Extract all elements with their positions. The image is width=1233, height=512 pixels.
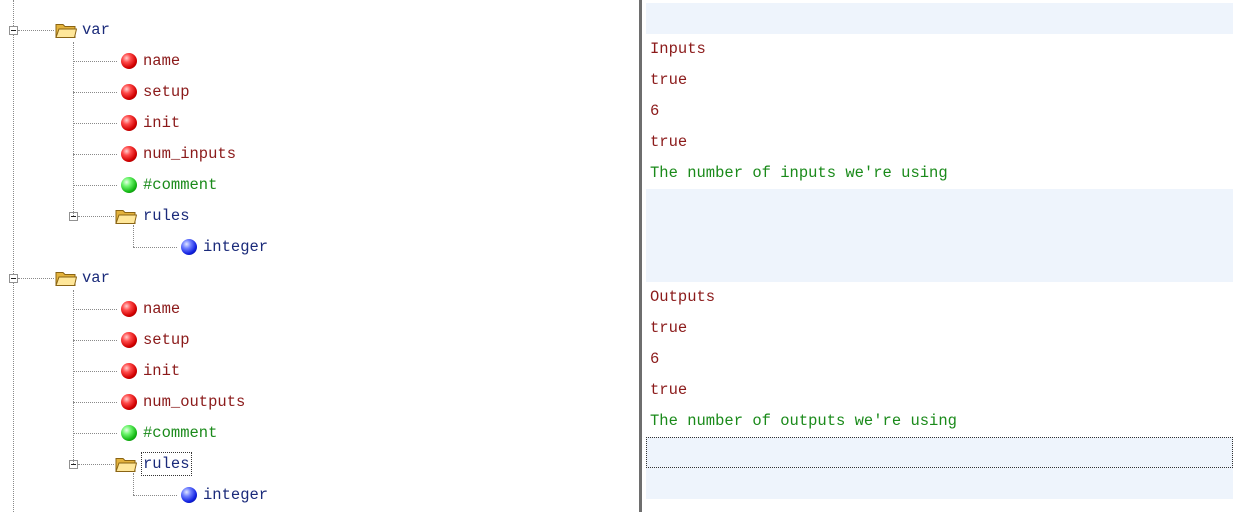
node-label[interactable]: var <box>82 20 110 40</box>
value-text: 6 <box>650 350 660 368</box>
tree-connector <box>73 309 117 310</box>
tree-connector <box>133 495 177 496</box>
tree-connector <box>13 0 14 512</box>
tree-connector <box>18 278 54 279</box>
node-label[interactable]: integer <box>203 237 268 257</box>
value-row[interactable]: 6 <box>646 96 1233 127</box>
tree-connector <box>18 30 54 31</box>
value-text: true <box>650 319 688 337</box>
tree-connector <box>73 340 117 341</box>
comment-node-icon <box>121 177 137 193</box>
xml-tree-pane: var name setup init num_inputs #comment rules i… <box>0 0 640 512</box>
node-label[interactable]: setup <box>143 82 190 102</box>
attribute-node-icon <box>121 115 137 131</box>
node-label[interactable]: init <box>143 113 180 133</box>
value-row[interactable]: Inputs <box>646 34 1233 65</box>
tree-connector <box>73 61 117 62</box>
attribute-node-icon <box>121 394 137 410</box>
element-node-icon <box>181 239 197 255</box>
node-label[interactable]: name <box>143 299 180 319</box>
node-label[interactable]: init <box>143 361 180 381</box>
value-row[interactable]: true <box>646 65 1233 96</box>
folder-icon <box>115 207 138 225</box>
tree-connector <box>73 433 117 434</box>
value-row[interactable]: The number of outputs we're using <box>646 406 1233 437</box>
folder-icon <box>55 21 78 39</box>
attribute-node-icon <box>121 84 137 100</box>
value-text: 6 <box>650 102 660 120</box>
node-label[interactable]: num_outputs <box>143 392 245 412</box>
node-label[interactable]: #comment <box>143 423 217 443</box>
attribute-node-icon <box>121 332 137 348</box>
attribute-node-icon <box>121 146 137 162</box>
collapse-toggle[interactable] <box>9 274 18 283</box>
value-text: The number of outputs we're using <box>650 412 957 430</box>
value-text: Inputs <box>650 40 706 58</box>
element-node-icon <box>181 487 197 503</box>
node-label[interactable]: integer <box>203 485 268 505</box>
tree-connector <box>73 42 74 216</box>
value-text: true <box>650 71 688 89</box>
value-row[interactable]: 6 <box>646 344 1233 375</box>
value-row[interactable]: true <box>646 375 1233 406</box>
value-row[interactable]: true <box>646 313 1233 344</box>
tree-connector <box>78 216 114 217</box>
xml-values-pane: Inputs true 6 true The number of inputs we'r… <box>646 0 1233 512</box>
tree-connector <box>73 290 74 464</box>
tree-connector <box>133 473 134 495</box>
value-text: true <box>650 133 688 151</box>
value-text: Outputs <box>650 288 716 306</box>
node-label[interactable]: var <box>82 268 110 288</box>
value-row[interactable] <box>646 468 1233 499</box>
tree-connector <box>73 92 117 93</box>
tree-connector <box>73 154 117 155</box>
tree-connector <box>73 123 117 124</box>
tree-connector <box>73 371 117 372</box>
tree-connector <box>133 247 177 248</box>
value-row[interactable] <box>646 3 1233 34</box>
attribute-node-icon <box>121 301 137 317</box>
value-text: true <box>650 381 688 399</box>
folder-icon <box>115 455 138 473</box>
folder-icon <box>55 269 78 287</box>
tree-connector <box>133 225 134 247</box>
tree-connector <box>73 185 117 186</box>
attribute-node-icon <box>121 363 137 379</box>
pane-splitter[interactable] <box>639 0 642 512</box>
collapse-toggle[interactable] <box>9 26 18 35</box>
node-label[interactable]: rules <box>143 206 190 226</box>
value-row[interactable]: The number of inputs we're using <box>646 158 1233 189</box>
node-label[interactable]: setup <box>143 330 190 350</box>
node-label[interactable]: #comment <box>143 175 217 195</box>
value-text: The number of inputs we're using <box>650 164 948 182</box>
value-row[interactable] <box>646 220 1233 251</box>
node-label[interactable]: num_inputs <box>143 144 236 164</box>
value-row[interactable]: true <box>646 127 1233 158</box>
value-row[interactable] <box>646 437 1233 468</box>
tree-connector <box>73 402 117 403</box>
value-row[interactable]: Outputs <box>646 282 1233 313</box>
tree-connector <box>78 464 114 465</box>
value-row[interactable] <box>646 189 1233 220</box>
node-label[interactable]: rules <box>141 452 192 476</box>
node-label[interactable]: name <box>143 51 180 71</box>
attribute-node-icon <box>121 53 137 69</box>
value-row[interactable] <box>646 251 1233 282</box>
comment-node-icon <box>121 425 137 441</box>
